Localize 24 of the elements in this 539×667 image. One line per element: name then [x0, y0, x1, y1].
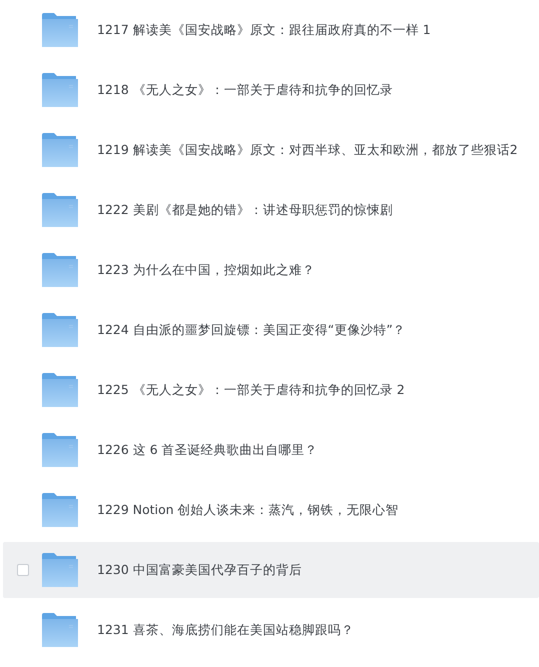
folder-name[interactable]: 1229 Notion 创始人谈未来：蒸汽，钢铁，无限心智 [97, 502, 399, 518]
folder-icon [42, 193, 78, 227]
folder-name[interactable]: 1219 解读美《国安战略》原文：对西半球、亚太和欧洲，都放了些狠话2 [97, 142, 518, 158]
folder-name[interactable]: 1225 《无人之女》：一部关于虐待和抗争的回忆录 2 [97, 382, 405, 398]
folder-name[interactable]: 1230 中国富豪美国代孕百子的背后 [97, 562, 302, 578]
folder-name[interactable]: 1222 美剧《都是她的错》：讲述母职惩罚的惊悚剧 [97, 202, 393, 218]
folder-icon [42, 373, 78, 407]
folder-row-highlight[interactable]: 1230 中国富豪美国代孕百子的背后 [3, 542, 539, 598]
folder-icon [42, 13, 78, 47]
folder-icon [42, 553, 78, 587]
folder-name[interactable]: 1224 自由派的噩梦回旋镖：美国正变得“更像沙特”？ [97, 322, 406, 338]
folder-name[interactable]: 1226 这 6 首圣诞经典歌曲出自哪里？ [97, 442, 318, 458]
folder-name[interactable]: 1223 为什么在中国，控烟如此之难？ [97, 262, 315, 278]
folder-icon [42, 433, 78, 467]
folder-name[interactable]: 1217 解读美《国安战略》原文：跟往届政府真的不一样 1 [97, 22, 431, 38]
folder-icon [42, 313, 78, 347]
folder-icon [42, 253, 78, 287]
folder-icon [42, 493, 78, 527]
folder-icon [42, 73, 78, 107]
row-checkbox[interactable] [16, 564, 28, 576]
folder-icon [42, 613, 78, 647]
folder-icon [42, 133, 78, 167]
folder-name[interactable]: 1218 《无人之女》：一部关于虐待和抗争的回忆录 [97, 82, 393, 98]
folder-name[interactable]: 1231 喜茶、海底捞们能在美国站稳脚跟吗？ [97, 622, 354, 638]
